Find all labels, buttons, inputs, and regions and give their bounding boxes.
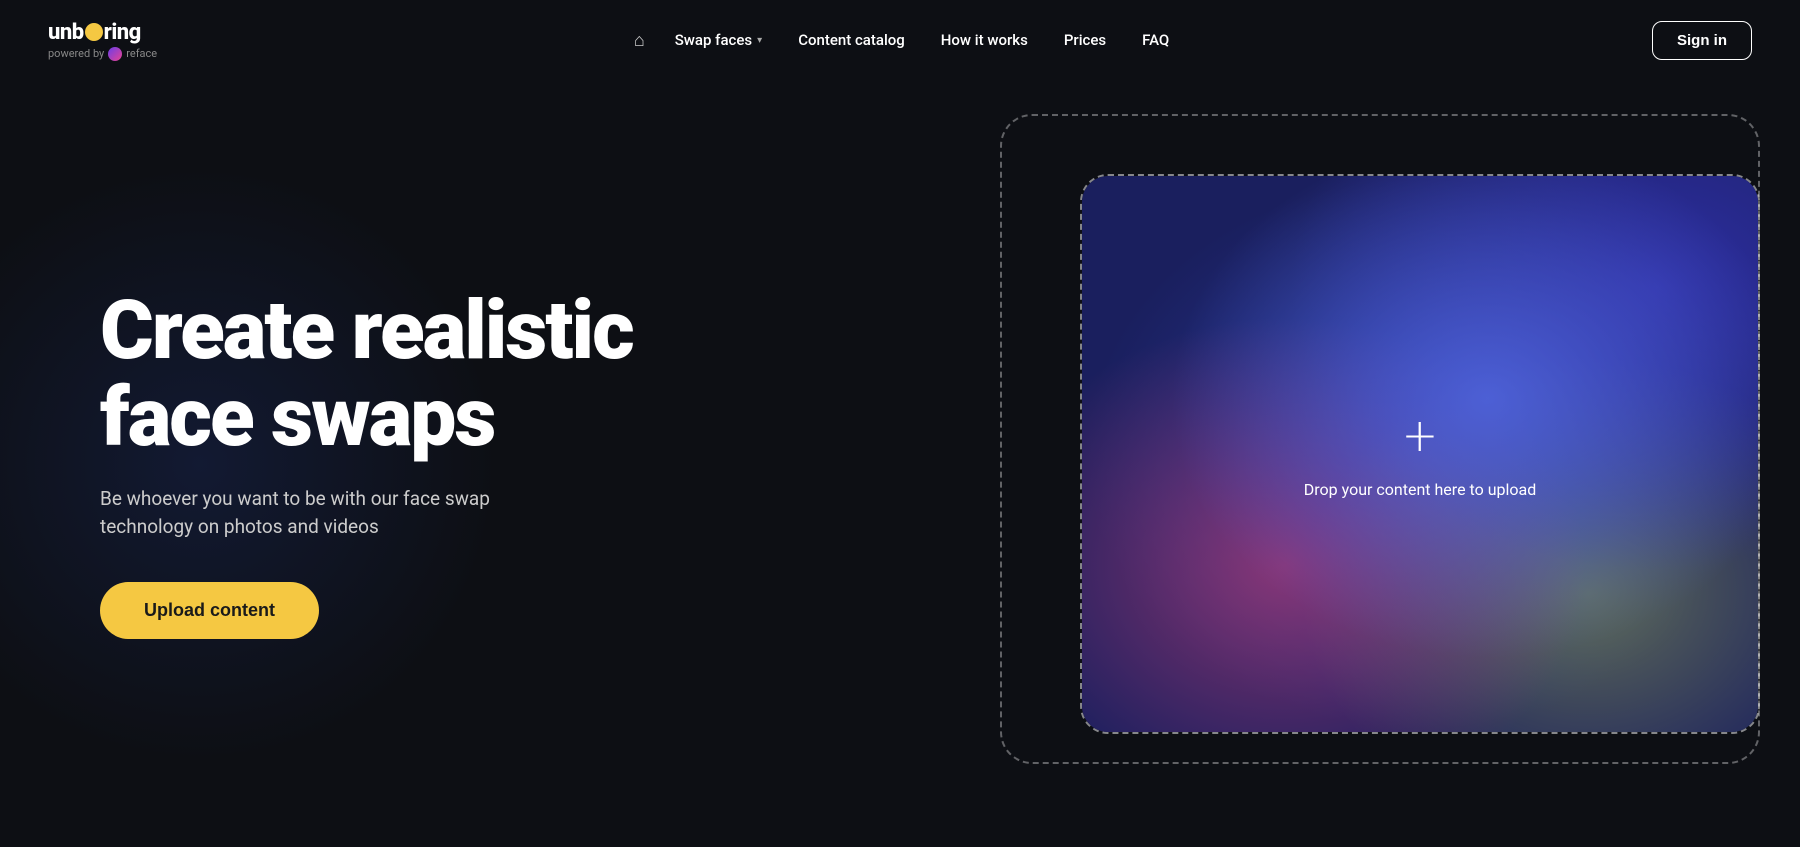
home-icon[interactable]: ⌂ (626, 22, 653, 59)
upload-content-button[interactable]: Upload content (100, 582, 319, 639)
nav-content-catalog[interactable]: Content catalog (784, 23, 919, 57)
hero-content: Create realistic face swaps Be whoever y… (0, 288, 633, 638)
logo-text: unbring (48, 20, 157, 45)
nav-faq[interactable]: FAQ (1128, 23, 1183, 57)
upload-plus-icon: + (1404, 408, 1436, 464)
nav-how-it-works[interactable]: How it works (927, 23, 1042, 57)
logo: unbring powered by reface (48, 20, 157, 61)
chevron-down-icon: ▾ (757, 35, 762, 46)
hero-section: Create realistic face swaps Be whoever y… (0, 80, 1800, 847)
signin-button[interactable]: Sign in (1652, 21, 1752, 60)
logo-o-icon (85, 23, 103, 41)
reface-icon (108, 47, 122, 61)
upload-drop-text: Drop your content here to upload (1304, 480, 1536, 499)
nav-prices[interactable]: Prices (1050, 23, 1120, 57)
upload-area-container: + Drop your content here to upload (940, 114, 1800, 814)
logo-powered-by: powered by reface (48, 47, 157, 61)
hero-subtitle: Be whoever you want to be with our face … (100, 485, 580, 542)
upload-drop-zone[interactable]: + Drop your content here to upload (1080, 174, 1760, 734)
nav-swap-faces[interactable]: Swap faces ▾ (661, 23, 776, 57)
navbar: unbring powered by reface ⌂ Swap faces ▾… (0, 0, 1800, 80)
hero-title: Create realistic face swaps (100, 288, 633, 460)
nav-links: ⌂ Swap faces ▾ Content catalog How it wo… (626, 22, 1183, 59)
